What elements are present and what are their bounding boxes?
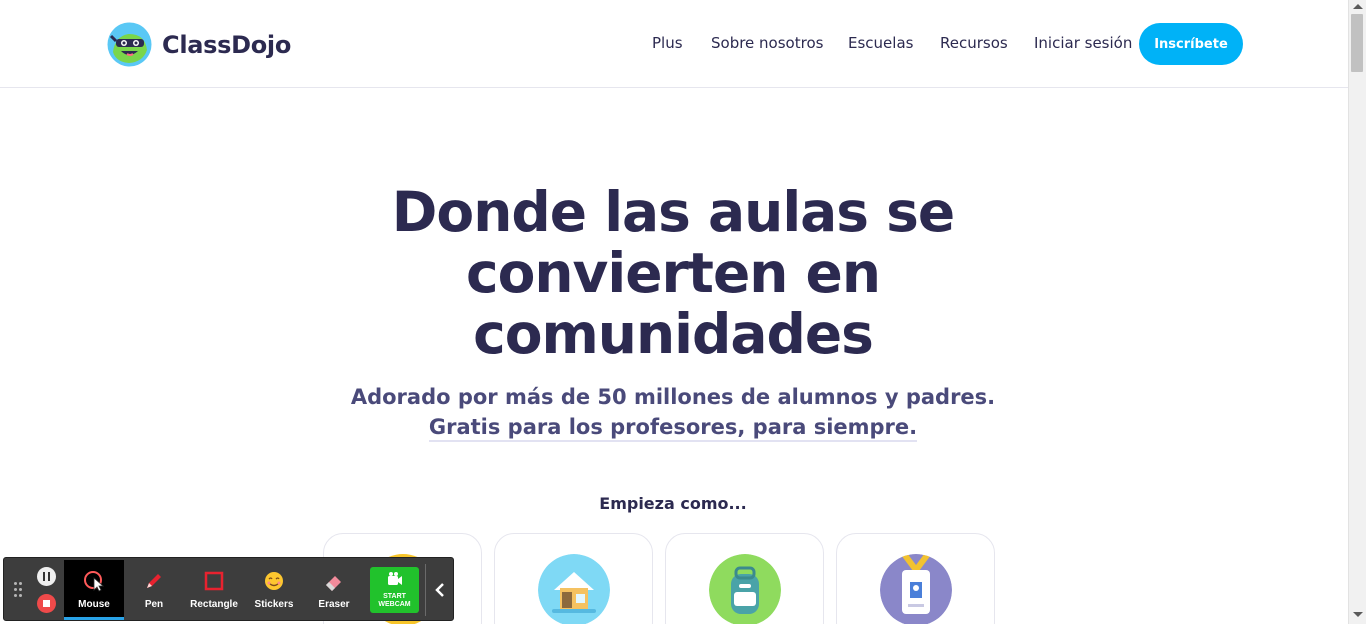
page-scrollbar[interactable] <box>1348 0 1366 624</box>
drag-handle-icon[interactable] <box>14 582 24 598</box>
nav-item-plus[interactable]: Plus <box>652 34 683 52</box>
classdojo-monster-icon <box>107 22 152 67</box>
webcam-label-line-2: WEBCAM <box>378 601 411 608</box>
scroll-down-arrow-icon[interactable] <box>1353 612 1363 617</box>
nav-item-login[interactable]: Iniciar sesión <box>1034 34 1132 52</box>
role-card-leader[interactable] <box>836 533 995 624</box>
tool-mouse[interactable]: Mouse <box>64 560 124 620</box>
hero-subtitle-line-2-text: Gratis para los profesores, para siempre… <box>428 415 918 442</box>
tool-stickers[interactable]: Stickers <box>244 560 304 620</box>
tool-eraser[interactable]: Eraser <box>304 560 364 620</box>
toolbar-divider <box>425 564 426 616</box>
tool-label: Stickers <box>254 599 294 610</box>
webcam-label-line-1: START <box>383 593 406 600</box>
badge-icon <box>880 554 952 624</box>
site-header: ClassDojo Plus Sobre nosotros Escuelas R… <box>0 0 1348 88</box>
stop-icon[interactable] <box>37 594 56 613</box>
tool-label: Pen <box>144 599 164 610</box>
tool-label: Mouse <box>78 599 110 610</box>
recorder-toolbar: Mouse Pen Rectangle Stickers Eraser STAR… <box>3 557 454 621</box>
nav-item-about[interactable]: Sobre nosotros <box>711 34 823 52</box>
classdojo-logo[interactable]: ClassDojo <box>107 22 291 67</box>
rectangle-icon <box>204 571 224 591</box>
tool-label: Eraser <box>318 599 350 610</box>
eraser-icon <box>326 576 341 591</box>
scroll-up-arrow-icon[interactable] <box>1353 4 1363 9</box>
pause-icon[interactable] <box>37 567 56 586</box>
nav-item-schools[interactable]: Escuelas <box>848 34 913 52</box>
house-icon <box>538 554 610 624</box>
chevron-left-icon[interactable] <box>430 578 450 602</box>
hero-subtitle-line-2: Gratis para los profesores, para siempre… <box>300 415 1046 442</box>
mouse-pointer-icon <box>84 571 105 592</box>
hero-subtitle-line-1: Adorado por más de 50 millones de alumno… <box>350 385 996 409</box>
sticker-icon <box>265 572 283 590</box>
start-webcam-button[interactable]: START WEBCAM <box>370 567 419 613</box>
signup-button[interactable]: Inscríbete <box>1139 23 1243 65</box>
tool-pen[interactable]: Pen <box>124 560 184 620</box>
webcam-icon <box>388 572 402 585</box>
role-card-student[interactable] <box>665 533 824 624</box>
tool-label: Rectangle <box>190 599 238 610</box>
hero-title-line: convierten en <box>465 241 881 305</box>
webcam-label: START WEBCAM <box>370 593 419 609</box>
logo-text: ClassDojo <box>162 30 292 59</box>
pen-icon <box>147 574 161 588</box>
tool-rectangle[interactable]: Rectangle <box>184 560 244 620</box>
hero-title-line: comunidades <box>473 302 874 366</box>
scroll-thumb[interactable] <box>1351 14 1363 72</box>
hero-title: Donde las aulas se convierten en comunid… <box>330 182 1016 365</box>
nav-item-resources[interactable]: Recursos <box>940 34 1008 52</box>
start-as-heading: Empieza como... <box>599 494 747 513</box>
backpack-icon <box>709 554 781 624</box>
hero-title-line: Donde las aulas se <box>391 180 955 244</box>
role-card-parent[interactable] <box>494 533 653 624</box>
